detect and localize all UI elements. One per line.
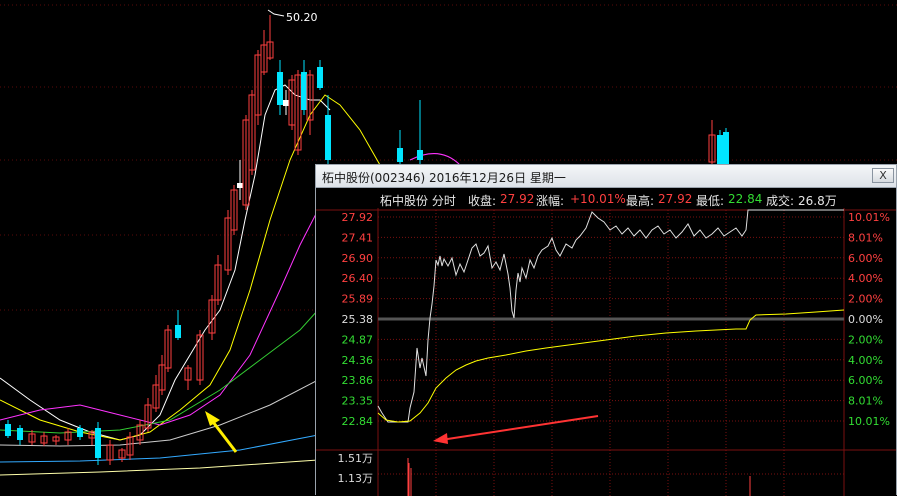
pct-tick-label: 10.01% <box>848 415 890 428</box>
price-tick-label: 26.90 <box>342 252 374 265</box>
high-value: 27.92 <box>658 192 693 206</box>
price-tick-label: 25.38 <box>342 313 374 326</box>
intraday-chart: 27.92 27.41 26.90 26.40 25.89 25.38 24.87 24.36… <box>316 208 896 496</box>
candle-body <box>325 115 331 160</box>
price-tick-label: 26.40 <box>342 272 374 285</box>
close-value: 27.92 <box>500 192 535 206</box>
moving-average-line <box>0 434 319 463</box>
stock-name-label: 柘中股份 分时 <box>380 194 456 208</box>
volume-value: 26.8万 <box>798 194 837 208</box>
low-value: 22.84 <box>728 192 763 206</box>
pct-tick-label: 4.00% <box>848 354 883 367</box>
close-label: 收盘: <box>468 194 497 208</box>
candle-body <box>175 325 181 338</box>
quote-info-bar: 柘中股份 分时 收盘: 27.92 涨幅: +10.01% 最高: 27.92 … <box>316 188 896 208</box>
price-tick-label: 27.41 <box>342 231 374 244</box>
change-label: 涨幅: <box>536 194 565 208</box>
candle-body <box>95 428 101 458</box>
price-tick-label: 22.84 <box>342 415 374 428</box>
high-label: 最高: <box>626 194 655 208</box>
intraday-popup-window[interactable]: 柘中股份(002346) 2016年12月26日 星期一 X 柘中股份 分时 收… <box>315 164 897 496</box>
candle-body <box>283 100 289 106</box>
low-label: 最低: <box>696 194 725 208</box>
pct-tick-label: 4.00% <box>848 272 883 285</box>
price-tick-label: 24.36 <box>342 354 374 367</box>
volume-tick-label: 1.13万 <box>338 472 374 485</box>
candle-body <box>277 72 283 105</box>
candle-body <box>723 132 729 168</box>
pct-tick-label: 2.00% <box>848 293 883 306</box>
candle-body <box>717 135 723 165</box>
candle-body <box>237 183 243 188</box>
candle-body <box>301 72 307 110</box>
candle-body <box>17 428 23 440</box>
pct-tick-label: 0.00% <box>848 313 883 326</box>
close-button[interactable]: X <box>872 168 894 183</box>
pct-tick-label: 6.00% <box>848 252 883 265</box>
candle-body <box>5 424 11 436</box>
volume-tick-label: 1.51万 <box>338 452 374 465</box>
candle-body <box>417 150 423 160</box>
price-tick-label: 23.35 <box>342 395 374 408</box>
moving-average-line <box>0 459 319 476</box>
pct-tick-label: 10.01% <box>848 211 890 224</box>
volume-label: 成交: <box>766 194 795 208</box>
pct-tick-label: 6.00% <box>848 374 883 387</box>
pct-tick-label: 2.00% <box>848 333 883 346</box>
candle-body <box>77 428 83 437</box>
yellow-arrow-head <box>205 411 220 426</box>
change-value: +10.01% <box>570 192 626 206</box>
price-tick-label: 27.92 <box>342 211 374 224</box>
candle-body <box>397 148 403 162</box>
popup-titlebar[interactable]: 柘中股份(002346) 2016年12月26日 星期一 X <box>316 165 896 188</box>
pct-tick-label: 8.01% <box>848 231 883 244</box>
chart-area <box>316 208 896 496</box>
price-tick-label: 24.87 <box>342 333 374 346</box>
price-tick-label: 25.89 <box>342 293 374 306</box>
peak-price-label: 50.20 <box>286 11 318 24</box>
popup-title: 柘中股份(002346) 2016年12月26日 星期一 <box>322 171 566 185</box>
price-tick-label: 23.86 <box>342 374 374 387</box>
candle-body <box>317 67 323 88</box>
pct-tick-label: 8.01% <box>848 395 883 408</box>
